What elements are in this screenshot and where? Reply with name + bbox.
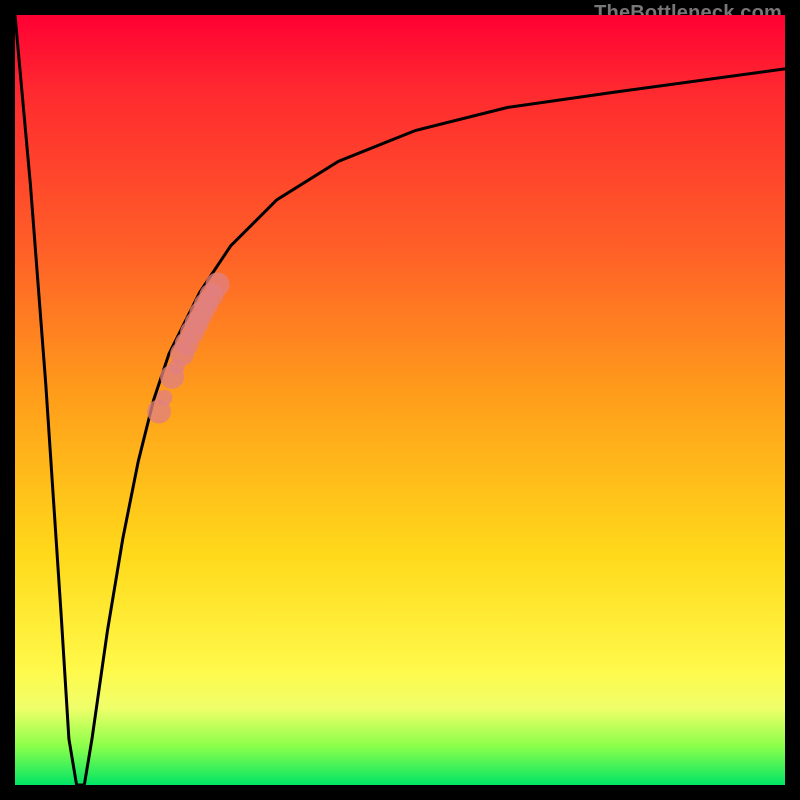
plot-area — [15, 15, 785, 785]
chart-container: TheBottleneck.com — [0, 0, 800, 800]
data-marker — [156, 390, 172, 406]
curve-svg — [15, 15, 785, 785]
data-marker — [206, 273, 230, 297]
bottleneck-curve — [15, 15, 785, 785]
marker-group — [147, 273, 230, 424]
